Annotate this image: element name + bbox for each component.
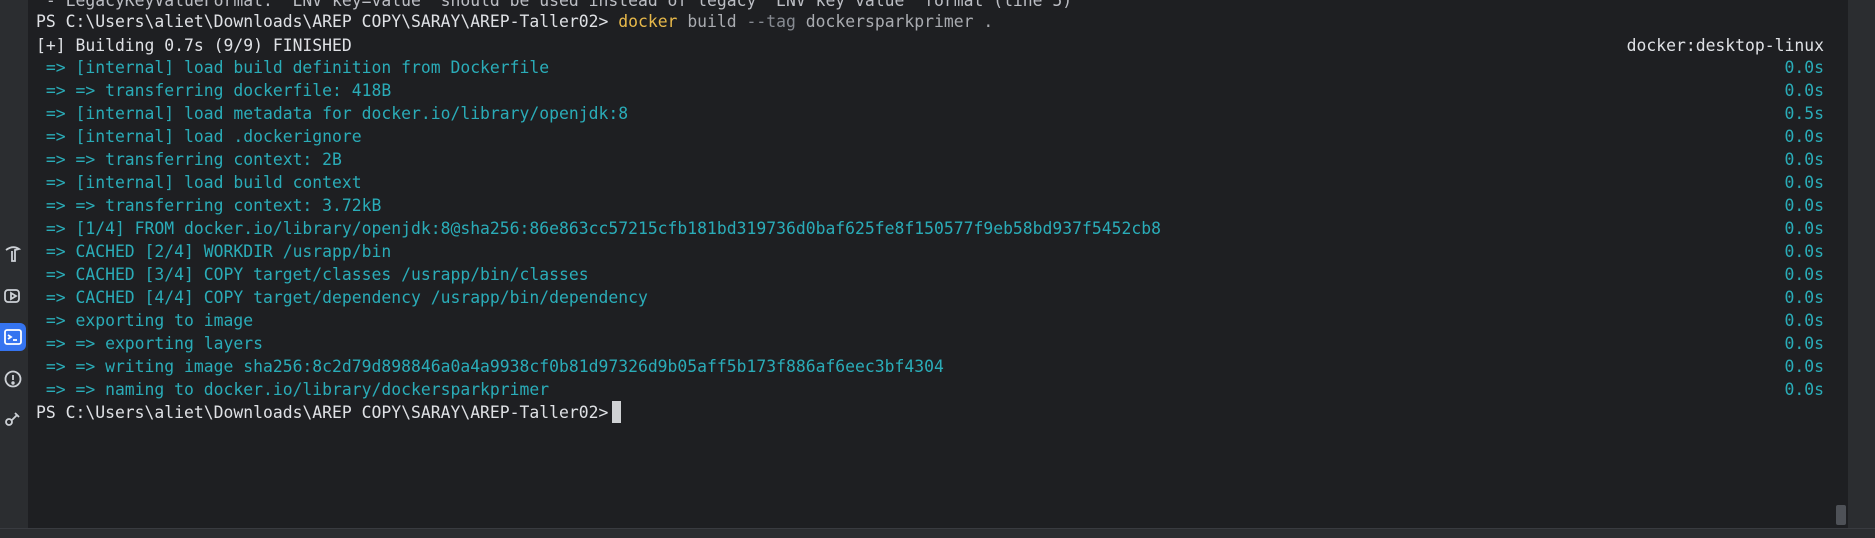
prompt: PS C:\Users\aliet\Downloads\AREP COPY\SA… [36, 12, 609, 31]
command-subcommand: build [687, 12, 737, 31]
text-cursor [612, 401, 622, 423]
build-step-time: 0.0s [1784, 380, 1824, 399]
command-name: docker [618, 12, 678, 31]
problems-icon[interactable] [0, 365, 26, 393]
run-icon[interactable] [0, 282, 26, 310]
command-flag: --tag [746, 12, 796, 31]
services-icon[interactable] [0, 405, 26, 433]
command-argument: dockersparkprimer [805, 12, 974, 31]
build-icon[interactable] [0, 240, 26, 268]
terminal-icon[interactable] [0, 323, 26, 351]
vertical-scrollbar[interactable] [1836, 505, 1846, 525]
right-edge-panel [1848, 0, 1875, 537]
command-line: PS C:\Users\aliet\Downloads\AREP COPY\SA… [36, 8, 993, 35]
command-context-dot: . [983, 12, 994, 31]
tool-window-sidebar [0, 0, 28, 537]
terminal-output[interactable]: - LegacyKeyValueFormat: "ENV key=value" … [28, 0, 1848, 520]
final-prompt-line: PS C:\Users\aliet\Downloads\AREP COPY\SA… [36, 399, 622, 426]
final-prompt: PS C:\Users\aliet\Downloads\AREP COPY\SA… [36, 403, 609, 422]
